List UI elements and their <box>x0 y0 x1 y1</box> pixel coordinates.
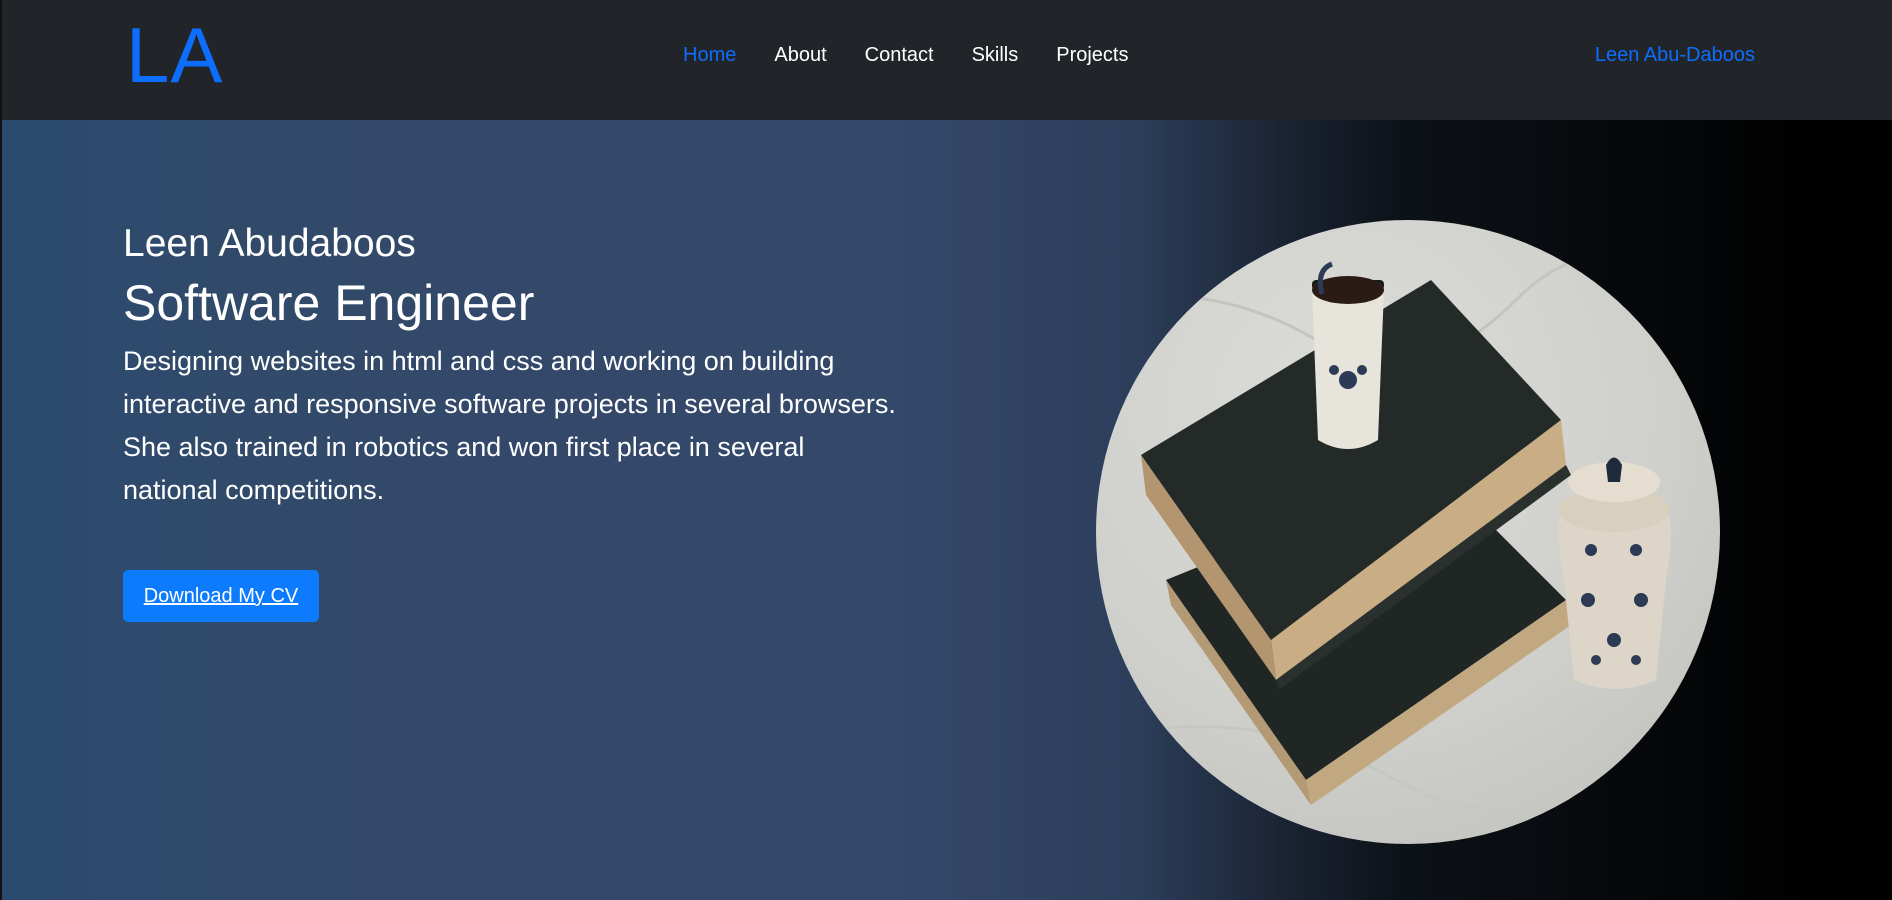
logo-link[interactable]: LA <box>126 12 223 98</box>
books-coffee-illustration <box>1096 255 1720 811</box>
nav-link-home[interactable]: Home <box>683 43 736 67</box>
brand-name-link[interactable]: Leen Abu-Daboos <box>1595 43 1755 67</box>
nav-link-about[interactable]: About <box>774 43 826 67</box>
hero-section: Leen Abudaboos Software Engineer Designi… <box>0 120 1892 900</box>
hero-name: Leen Abudaboos <box>123 222 416 265</box>
nav-links: Home About Contact Skills Projects <box>683 43 1128 67</box>
navbar: LA Home About Contact Skills Projects Le… <box>0 0 1892 120</box>
download-cv-button[interactable]: Download My CV <box>123 570 319 622</box>
hero-image <box>1096 220 1720 844</box>
hero-title: Software Engineer <box>123 275 535 331</box>
nav-link-contact[interactable]: Contact <box>865 43 934 67</box>
nav-link-skills[interactable]: Skills <box>972 43 1019 67</box>
nav-link-projects[interactable]: Projects <box>1056 43 1128 67</box>
hero-description: Designing websites in html and css and w… <box>123 346 896 505</box>
hero-text: Leen Abudaboos Software Engineer Designi… <box>123 220 923 512</box>
